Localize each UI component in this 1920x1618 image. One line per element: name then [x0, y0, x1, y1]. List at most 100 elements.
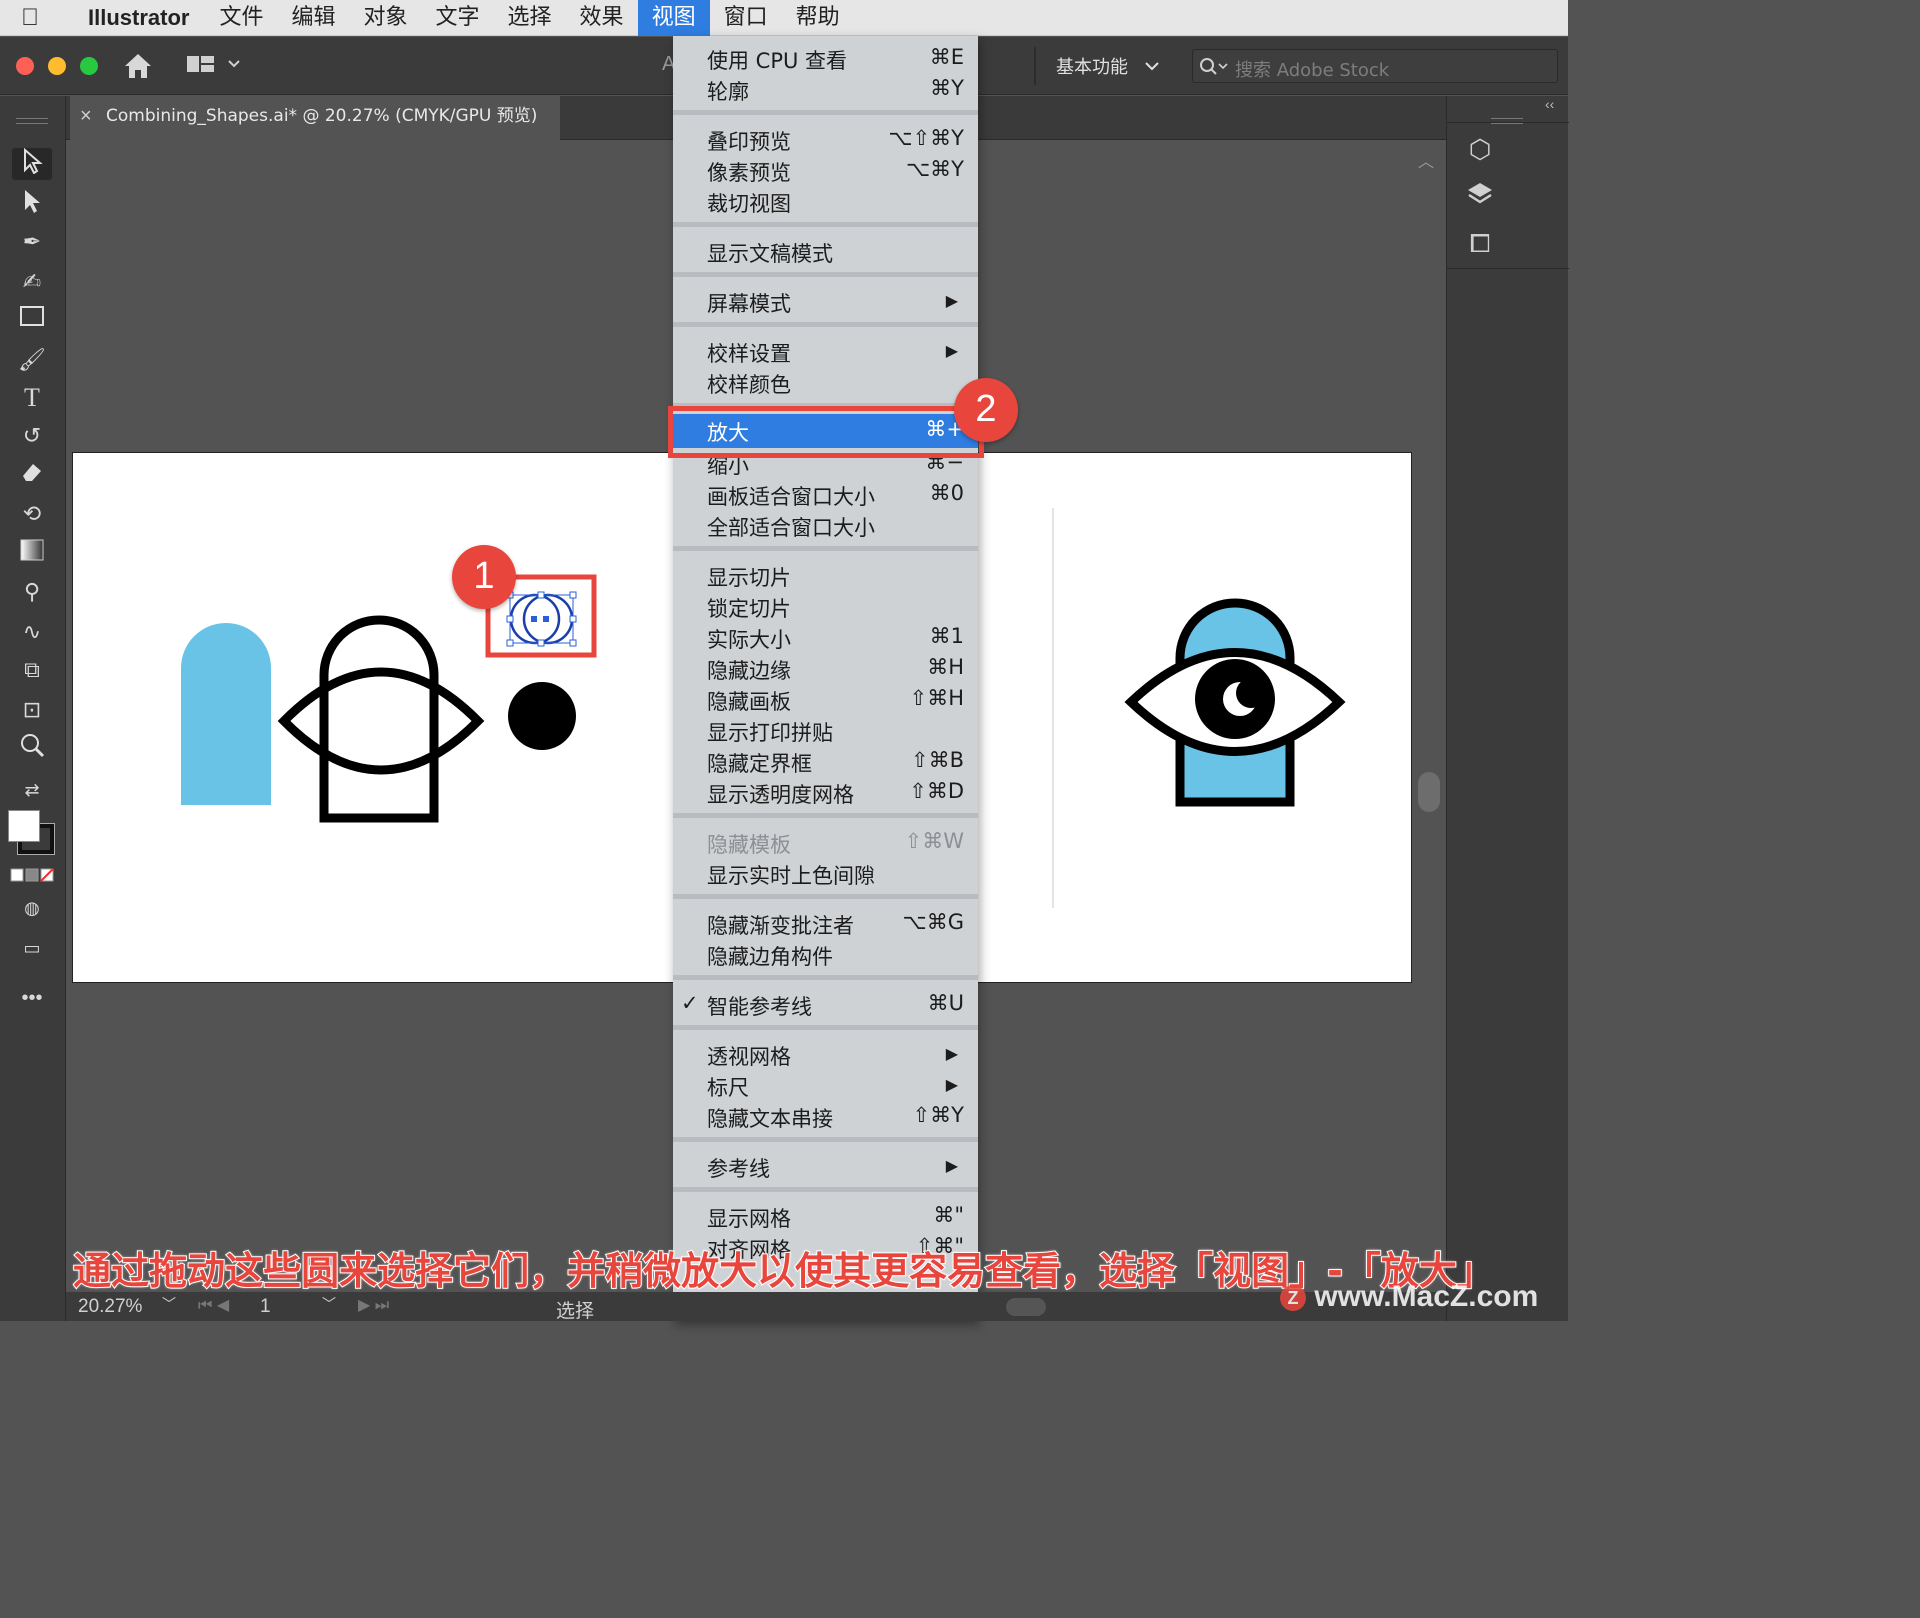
minimize-window-button[interactable] — [48, 57, 66, 75]
menu-type[interactable]: 文字 — [422, 0, 494, 36]
divider — [1447, 268, 1569, 269]
tools-panel: ✒ ✍ 🖌 T ↺ ⟲ ⚲ ∿ ⧉ ⊡ ⇄ ◍ ▭ ••• — [0, 96, 66, 1321]
menu-item-24[interactable]: 显示打印拼贴 — [673, 714, 978, 745]
eyedropper-tool-icon[interactable]: ⚲ — [12, 576, 52, 608]
workspace-switcher[interactable]: 基本功能 — [1056, 53, 1128, 79]
menu-item-17[interactable]: 全部适合窗口大小 — [673, 509, 978, 540]
layers-panel-icon[interactable] — [1463, 180, 1497, 214]
outline-arch-shape[interactable] — [319, 615, 439, 823]
menu-item-40[interactable]: 参考线 ▶ — [673, 1150, 978, 1181]
menu-item-25[interactable]: 隐藏定界框 ⇧⌘B — [673, 745, 978, 776]
first-artboard-icon[interactable]: ⏮ ◀ — [198, 1295, 229, 1315]
menu-item-5[interactable]: 裁切视图 — [673, 185, 978, 216]
curvature-tool-icon[interactable]: ✍ — [12, 266, 52, 298]
menu-object[interactable]: 对象 — [350, 0, 422, 36]
type-tool-icon[interactable]: T — [12, 382, 52, 414]
scrollbar-thumb[interactable] — [1418, 772, 1440, 812]
menu-item-11[interactable]: 校样设置 ▶ — [673, 335, 978, 366]
apple-icon[interactable]:  — [0, 4, 60, 32]
eraser-tool-icon[interactable] — [12, 460, 52, 492]
app-menu[interactable]: Illustrator — [60, 5, 205, 31]
submenu-arrow-icon: ▶ — [945, 291, 958, 310]
zoom-tool-icon[interactable] — [12, 732, 52, 764]
vertical-scrollbar[interactable]: ︿ — [1414, 142, 1444, 1292]
panel-grip[interactable] — [1491, 118, 1523, 124]
more-tools-icon[interactable]: ••• — [12, 982, 52, 1014]
menu-item-4[interactable]: 像素预览 ⌥⌘Y — [673, 154, 978, 185]
lasso-tool-icon[interactable]: ⟲ — [12, 498, 52, 530]
chevron-down-icon[interactable]: ﹀ — [162, 1294, 176, 1314]
menu-item-32[interactable]: 隐藏边角构件 — [673, 938, 978, 969]
menu-item-label: 参考线 — [707, 1157, 770, 1181]
screen-mode-icon[interactable]: ▭ — [12, 932, 52, 964]
menu-item-36[interactable]: 透视网格 ▶ — [673, 1038, 978, 1069]
eye-logo-artwork[interactable] — [1124, 598, 1346, 807]
panel-grip[interactable] — [16, 118, 48, 124]
menu-item-38[interactable]: 隐藏文本串接 ⇧⌘Y — [673, 1100, 978, 1131]
menu-item-23[interactable]: 隐藏画板 ⇧⌘H — [673, 683, 978, 714]
shape-builder-tool-icon[interactable]: ⧉ — [12, 654, 52, 686]
menu-item-26[interactable]: 显示透明度网格 ⇧⌘D — [673, 776, 978, 807]
swap-colors-icon[interactable]: ⇄ — [12, 774, 52, 806]
menu-file[interactable]: 文件 — [205, 0, 277, 36]
close-tab-icon[interactable]: × — [80, 96, 92, 136]
menu-item-29[interactable]: 显示实时上色间隙 — [673, 857, 978, 888]
menu-item-37[interactable]: 标尺 ▶ — [673, 1069, 978, 1100]
selected-circles-group[interactable] — [506, 591, 577, 647]
last-artboard-icon[interactable]: ▶ ⏭ — [358, 1295, 389, 1315]
document-tab[interactable]: × Combining_Shapes.ai* @ 20.27% (CMYK/GP… — [70, 96, 560, 140]
menu-item-0[interactable]: 使用 CPU 查看 ⌘E — [673, 42, 978, 73]
menu-item-22[interactable]: 隐藏边缘 ⌘H — [673, 652, 978, 683]
draw-mode-icon[interactable]: ◍ — [12, 892, 52, 924]
zoom-level[interactable]: 20.27% — [78, 1296, 142, 1318]
menu-select[interactable]: 选择 — [494, 0, 566, 36]
zoom-window-button[interactable] — [80, 57, 98, 75]
close-window-button[interactable] — [16, 57, 34, 75]
eye-outline-shape[interactable] — [277, 667, 485, 775]
menu-view[interactable]: 视图 — [637, 0, 710, 36]
menu-edit[interactable]: 编辑 — [277, 0, 349, 36]
stock-search-input[interactable]: 搜索 Adobe Stock — [1192, 49, 1558, 83]
selection-tool-icon[interactable] — [12, 147, 52, 180]
fill-stroke-swatch[interactable] — [8, 808, 58, 856]
gradient-tool-icon[interactable] — [12, 538, 52, 570]
blend-tool-icon[interactable]: ∿ — [12, 616, 52, 648]
menu-help[interactable]: 帮助 — [782, 0, 854, 36]
menu-item-31[interactable]: 隐藏渐变批注者 ⌥⌘G — [673, 907, 978, 938]
menu-item-1[interactable]: 轮廓 ⌘Y — [673, 73, 978, 104]
rotate-tool-icon[interactable]: ↺ — [12, 420, 52, 452]
chevron-down-icon[interactable] — [1144, 59, 1160, 71]
pen-tool-icon[interactable]: ✒ — [12, 226, 52, 258]
menu-item-42[interactable]: 显示网格 ⌘" — [673, 1200, 978, 1231]
menu-item-7[interactable]: 显示文稿模式 — [673, 235, 978, 266]
menu-item-3[interactable]: 叠印预览 ⌥⇧⌘Y — [673, 123, 978, 154]
menu-effect[interactable]: 效果 — [566, 0, 638, 36]
submenu-arrow-icon: ▶ — [945, 1075, 958, 1094]
artboard-number[interactable]: 1 — [260, 1296, 271, 1318]
blue-arch-shape[interactable] — [181, 623, 271, 805]
collapse-panel-icon[interactable]: ‹‹ — [1545, 96, 1554, 112]
direct-selection-tool-icon[interactable] — [12, 188, 52, 220]
scroll-up-icon[interactable]: ︿ — [1418, 148, 1434, 172]
menu-separator — [673, 546, 978, 551]
color-mode-icons[interactable] — [10, 868, 56, 882]
menu-item-34[interactable]: ✓ 智能参考线 ⌘U — [673, 988, 978, 1019]
chevron-down-icon[interactable]: ﹀ — [322, 1294, 336, 1314]
rectangle-tool-icon[interactable] — [12, 304, 52, 336]
menu-item-19[interactable]: 显示切片 — [673, 559, 978, 590]
black-circle-shape[interactable] — [508, 682, 576, 750]
menu-item-20[interactable]: 锁定切片 — [673, 590, 978, 621]
paintbrush-tool-icon[interactable]: 🖌 — [12, 344, 52, 376]
menu-item-12[interactable]: 校样颜色 — [673, 366, 978, 397]
menu-item-21[interactable]: 实际大小 ⌘1 — [673, 621, 978, 652]
libraries-panel-icon[interactable]: ⬡ — [1463, 132, 1497, 166]
arrange-documents-icon[interactable] — [186, 53, 246, 79]
menu-window[interactable]: 窗口 — [710, 0, 782, 36]
asset-export-panel-icon[interactable]: ⧠ — [1463, 226, 1497, 260]
menu-item-label: 智能参考线 — [707, 995, 812, 1019]
menu-item-9[interactable]: 屏幕模式 ▶ — [673, 285, 978, 316]
menu-item-16[interactable]: 画板适合窗口大小 ⌘0 — [673, 478, 978, 509]
horizontal-scrollbar-thumb[interactable] — [1006, 1298, 1046, 1316]
artboard-tool-icon[interactable]: ⊡ — [12, 694, 52, 726]
home-icon[interactable] — [122, 51, 154, 81]
